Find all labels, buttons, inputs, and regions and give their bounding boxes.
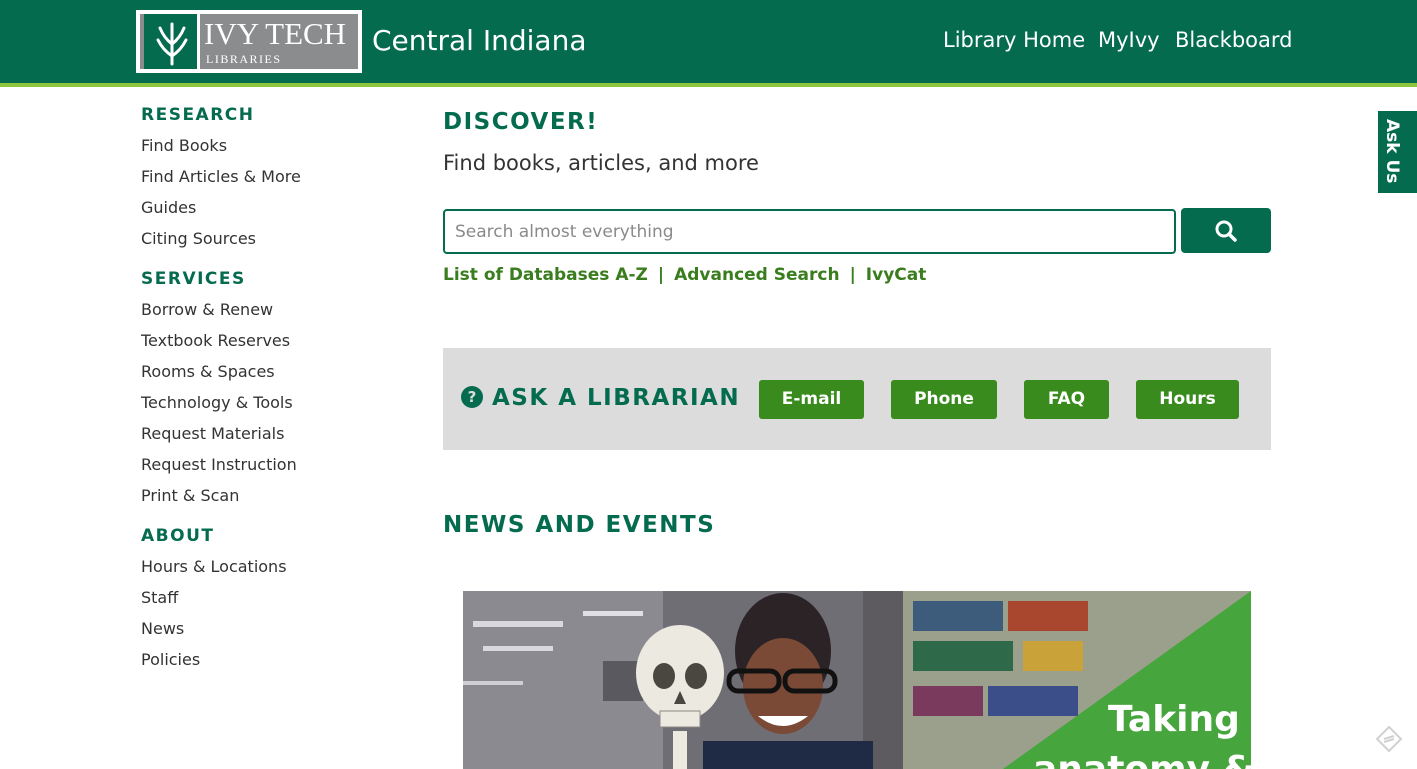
sidebar-item-request-materials[interactable]: Request Materials (141, 424, 284, 443)
discover-subtitle: Find books, articles, and more (443, 151, 759, 175)
logo-wordmark: IVY TECH (204, 16, 347, 51)
sidebar-item-technology-tools[interactable]: Technology & Tools (141, 393, 293, 412)
sidebar-item-find-articles[interactable]: Find Articles & More (141, 167, 301, 186)
ivy-tech-logo[interactable]: IVY TECH LIBRARIES (136, 10, 362, 73)
sidebar-item-policies[interactable]: Policies (141, 650, 200, 669)
sidebar-item-rooms-spaces[interactable]: Rooms & Spaces (141, 362, 275, 381)
faq-button[interactable]: FAQ (1024, 380, 1109, 419)
header-accent-stripe (0, 83, 1417, 87)
search-input[interactable] (443, 209, 1176, 254)
sidebar-heading-research: RESEARCH (141, 105, 255, 125)
nav-blackboard[interactable]: Blackboard (1175, 28, 1292, 52)
discover-heading: DISCOVER! (443, 109, 599, 135)
chat-widget-icon[interactable] (1376, 726, 1402, 752)
search-icon (1215, 220, 1237, 242)
hours-button[interactable]: Hours (1136, 380, 1239, 419)
question-circle-icon: ? (461, 386, 483, 408)
sidebar-item-print-scan[interactable]: Print & Scan (141, 486, 239, 505)
ask-librarian-heading: ASK A LIBRARIAN (492, 385, 741, 411)
news-heading: NEWS AND EVENTS (443, 512, 716, 538)
nav-library-home[interactable]: Library Home (943, 28, 1085, 52)
campus-title[interactable]: Central Indiana (372, 24, 586, 57)
sidebar-item-news[interactable]: News (141, 619, 184, 638)
sidebar-item-hours-locations[interactable]: Hours & Locations (141, 557, 287, 576)
sidebar-item-textbook-reserves[interactable]: Textbook Reserves (141, 331, 290, 350)
phone-button[interactable]: Phone (891, 380, 997, 419)
sidebar-heading-services: SERVICES (141, 269, 246, 289)
link-advanced-search[interactable]: Advanced Search (674, 265, 839, 285)
sidebar-heading-about: ABOUT (141, 526, 215, 546)
news-carousel-image[interactable]: Taking anatomy & (463, 591, 1251, 769)
ivy-leaf-icon (144, 14, 200, 69)
news-caption-line-1: Taking (1108, 699, 1240, 740)
logo-background: IVY TECH LIBRARIES (140, 14, 358, 69)
sidebar-item-staff[interactable]: Staff (141, 588, 178, 607)
sidebar-item-find-books[interactable]: Find Books (141, 136, 227, 155)
sidebar-item-citing-sources[interactable]: Citing Sources (141, 229, 256, 248)
ask-us-label: Ask Us (1382, 119, 1402, 184)
link-ivycat[interactable]: IvyCat (866, 265, 927, 285)
nav-myivy[interactable]: MyIvy (1098, 28, 1160, 52)
search-links: List of Databases A-Z | Advanced Search | Iv… (443, 265, 926, 285)
link-databases-az[interactable]: List of Databases A-Z (443, 265, 648, 285)
link-separator: | (657, 265, 665, 285)
logo-subtitle: LIBRARIES (206, 52, 282, 66)
sidebar-item-guides[interactable]: Guides (141, 198, 196, 217)
link-separator: | (849, 265, 856, 285)
news-photo (463, 591, 1251, 769)
sidebar-item-request-instruction[interactable]: Request Instruction (141, 455, 297, 474)
sidebar-item-borrow-renew[interactable]: Borrow & Renew (141, 300, 273, 319)
search-button[interactable] (1181, 208, 1271, 253)
email-button[interactable]: E-mail (759, 380, 864, 419)
news-caption-line-2: anatomy & (1033, 749, 1251, 769)
